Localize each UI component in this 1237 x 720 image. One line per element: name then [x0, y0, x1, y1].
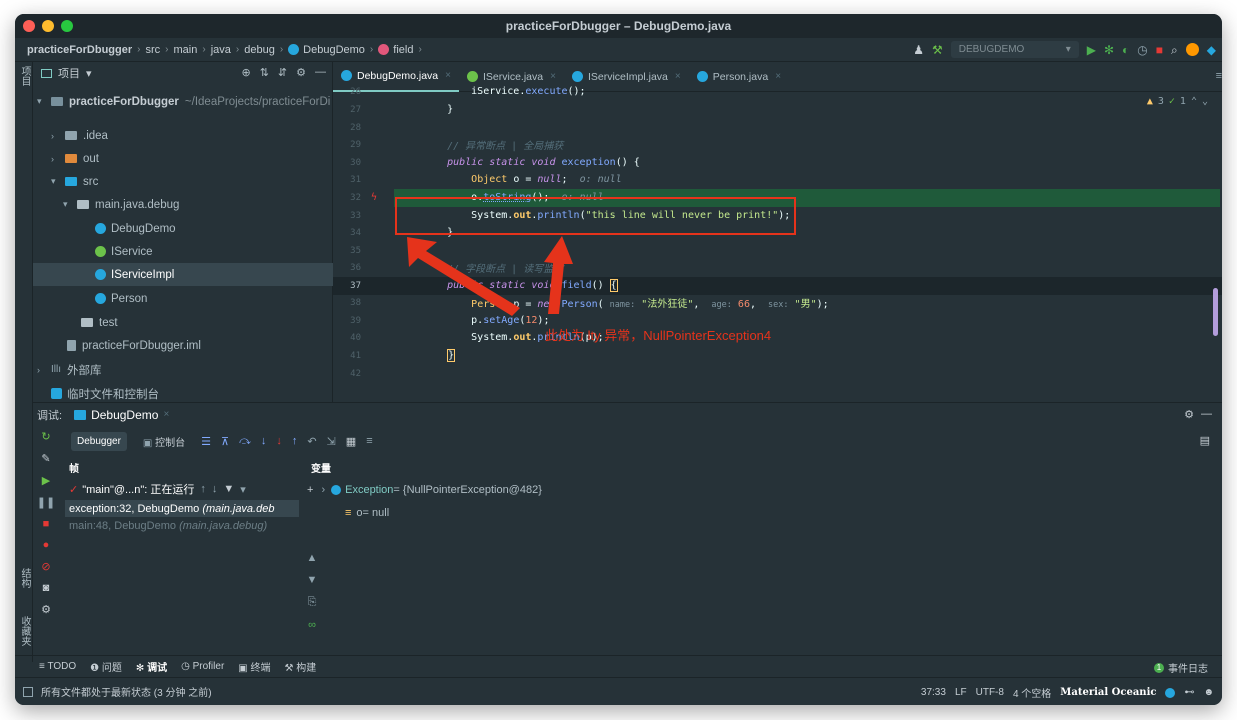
thread-selector[interactable]: ✓ "main"@...n": 正在运行 ↑ ↓ ▼ ▾ — [65, 478, 299, 500]
step-out-icon[interactable]: ↑ — [292, 435, 298, 447]
restore-layout-icon[interactable]: ▤ — [1200, 434, 1210, 447]
tool-todo[interactable]: ≡ TODO — [39, 661, 76, 672]
event-log-button[interactable]: 1 事件日志 — [1154, 660, 1208, 675]
frame-row[interactable]: exception:32, DebugDemo (main.java.deb — [65, 500, 299, 517]
gear-icon[interactable]: ⚙ — [1184, 408, 1194, 421]
drop-frame-icon[interactable]: ↶ — [307, 435, 316, 448]
tool-label: 终端 — [250, 663, 271, 674]
frames-panel: 帧 ✓ "main"@...n": 正在运行 ↑ ↓ ▼ ▾ exception… — [65, 456, 299, 670]
line-separator[interactable]: LF — [955, 687, 967, 698]
run-to-cursor-icon[interactable]: ⇲ — [327, 435, 336, 448]
add-watch-icon[interactable]: + — [307, 484, 313, 496]
step-into-icon[interactable]: ↓ — [261, 435, 267, 447]
event-log-label: 事件日志 — [1168, 664, 1208, 675]
mute-breakpoints-icon[interactable]: ⊘ — [41, 560, 50, 573]
debug-side-actions: ↻ ✎ ▶ ❚❚ ■ ● ⊘ ◙ ⚙ — [33, 430, 59, 616]
annotation-arrow-up — [544, 236, 573, 314]
variables-header: 变量 — [311, 463, 331, 475]
debug-session-tab[interactable]: DebugDemo × — [74, 408, 169, 422]
exception-icon — [331, 484, 342, 495]
variable-value: = {NullPointerException@482} — [393, 483, 542, 496]
caret-position[interactable]: 37:33 — [921, 687, 946, 698]
trace-icon[interactable]: ≡ — [366, 435, 372, 447]
watches-icon[interactable]: ∞ — [308, 619, 316, 631]
status-message: 所有文件都处于最新状态 (3 分钟 之前) — [41, 688, 212, 699]
variables-panel: 变量 + › Exception = {NullPointerException… — [305, 456, 1222, 670]
force-step-into-icon[interactable]: ↓ — [276, 435, 282, 447]
tool-profiler[interactable]: ◷ Profiler — [181, 661, 224, 672]
local-variable-icon: ≡ — [345, 506, 352, 519]
variable-value: = null — [362, 506, 390, 519]
tool-label: 调试 — [147, 663, 168, 674]
tool-build[interactable]: ⚒ 构建 — [285, 659, 317, 674]
move-up-icon[interactable]: ▲ — [307, 552, 318, 564]
ide-window: practiceForDbugger – DebugDemo.java prac… — [15, 14, 1222, 705]
lock-icon[interactable]: ⊷ — [1184, 687, 1194, 698]
event-count-badge: 1 — [1154, 662, 1164, 673]
chevron-down-icon[interactable]: ▾ — [240, 483, 246, 496]
variable-row[interactable]: + › Exception = {NullPointerException@48… — [305, 478, 1222, 501]
debug-toolbar: Debugger ▣ 控制台 ☰ ⊼ ⤼ ↓ ↓ ↑ ↶ ⇲ ▦ ≡ ▤ — [33, 426, 1222, 456]
console-tab[interactable]: ▣ 控制台 — [137, 430, 191, 453]
tool-debug[interactable]: ✻ 调试 — [136, 659, 167, 674]
move-down-icon[interactable]: ▼ — [307, 574, 318, 586]
gear-icon[interactable]: ⚙ — [41, 603, 51, 616]
annotation-arrow-left — [407, 237, 520, 316]
variables-side-actions: ▲ ▼ ⎘ ∞ — [305, 552, 319, 631]
status-bar: 所有文件都处于最新状态 (3 分钟 之前) 37:33 LF UTF-8 4 个… — [15, 677, 1222, 705]
evaluate-icon[interactable]: ▦ — [346, 435, 356, 448]
thread-label: "main"@...n": 正在运行 — [82, 484, 195, 496]
debug-label: 调试: — [37, 409, 63, 422]
tool-label: TODO — [47, 661, 77, 672]
resume-icon[interactable]: ▶ — [42, 474, 50, 487]
filter-icon[interactable]: ▼ — [223, 483, 234, 495]
hide-icon[interactable]: — — [1201, 408, 1212, 420]
close-icon[interactable]: × — [163, 409, 169, 420]
camera-icon[interactable]: ◙ — [43, 582, 50, 594]
frame-package: (main.java.debug) — [179, 519, 268, 532]
theme-icon — [1165, 687, 1176, 698]
frame-package: (main.java.deb — [202, 502, 275, 515]
check-icon: ✓ — [69, 483, 79, 496]
variable-name: Exception — [345, 483, 394, 496]
indent-setting[interactable]: 4 个空格 — [1013, 685, 1051, 700]
debug-panel-header: 调试: DebugDemo × ⚙ — — [33, 402, 1222, 426]
toggle-tool-windows-icon[interactable] — [23, 686, 33, 697]
tool-label: Profiler — [192, 661, 225, 672]
step-over-icon[interactable]: ⤼ — [239, 435, 251, 448]
arrow-down-icon[interactable]: ↓ — [212, 483, 218, 495]
show-execution-point-icon[interactable]: ⊼ — [221, 435, 229, 448]
debugger-tab[interactable]: Debugger — [71, 431, 127, 451]
frame-row[interactable]: main:48, DebugDemo (main.java.debug) — [65, 517, 299, 534]
notifications-icon[interactable]: ☻ — [1203, 687, 1214, 698]
annotation-text: 此处为 lty 异常，NullPointerException4 — [545, 328, 772, 343]
copy-icon[interactable]: ⎘ — [308, 596, 317, 609]
console-icon: ▣ — [142, 437, 153, 449]
tool-label: 问题 — [101, 663, 122, 674]
arrow-up-icon[interactable]: ↑ — [200, 483, 206, 495]
tool-window-bar: ≡ TODO ❶ 问题 ✻ 调试 ◷ Profiler ▣ 终端 ⚒ 构建 1 … — [15, 655, 1222, 677]
console-tab-label: 控制台 — [155, 437, 186, 449]
variable-row[interactable]: ≡ o = null — [305, 501, 1222, 524]
theme-name[interactable]: Material Oceanic — [1060, 687, 1156, 698]
frame-label: main:48, DebugDemo — [69, 519, 177, 532]
debug-session-label: DebugDemo — [91, 407, 159, 422]
layout-icon[interactable]: ☰ — [201, 435, 211, 448]
chevron-right-icon[interactable]: › — [321, 484, 325, 496]
tool-problems[interactable]: ❶ 问题 — [90, 659, 122, 674]
status-widgets: 37:33 LF UTF-8 4 个空格 Material Oceanic ⊷ … — [921, 685, 1214, 700]
file-encoding[interactable]: UTF-8 — [976, 687, 1004, 698]
view-breakpoints-icon[interactable]: ● — [43, 539, 50, 551]
session-icon — [74, 409, 87, 420]
frame-label: exception:32, DebugDemo — [69, 502, 200, 515]
pause-icon[interactable]: ❚❚ — [37, 496, 55, 509]
frames-header: 帧 — [69, 463, 79, 475]
tool-terminal[interactable]: ▣ 终端 — [238, 659, 270, 674]
stop-icon[interactable]: ■ — [43, 518, 50, 530]
tool-label: 构建 — [296, 663, 317, 674]
